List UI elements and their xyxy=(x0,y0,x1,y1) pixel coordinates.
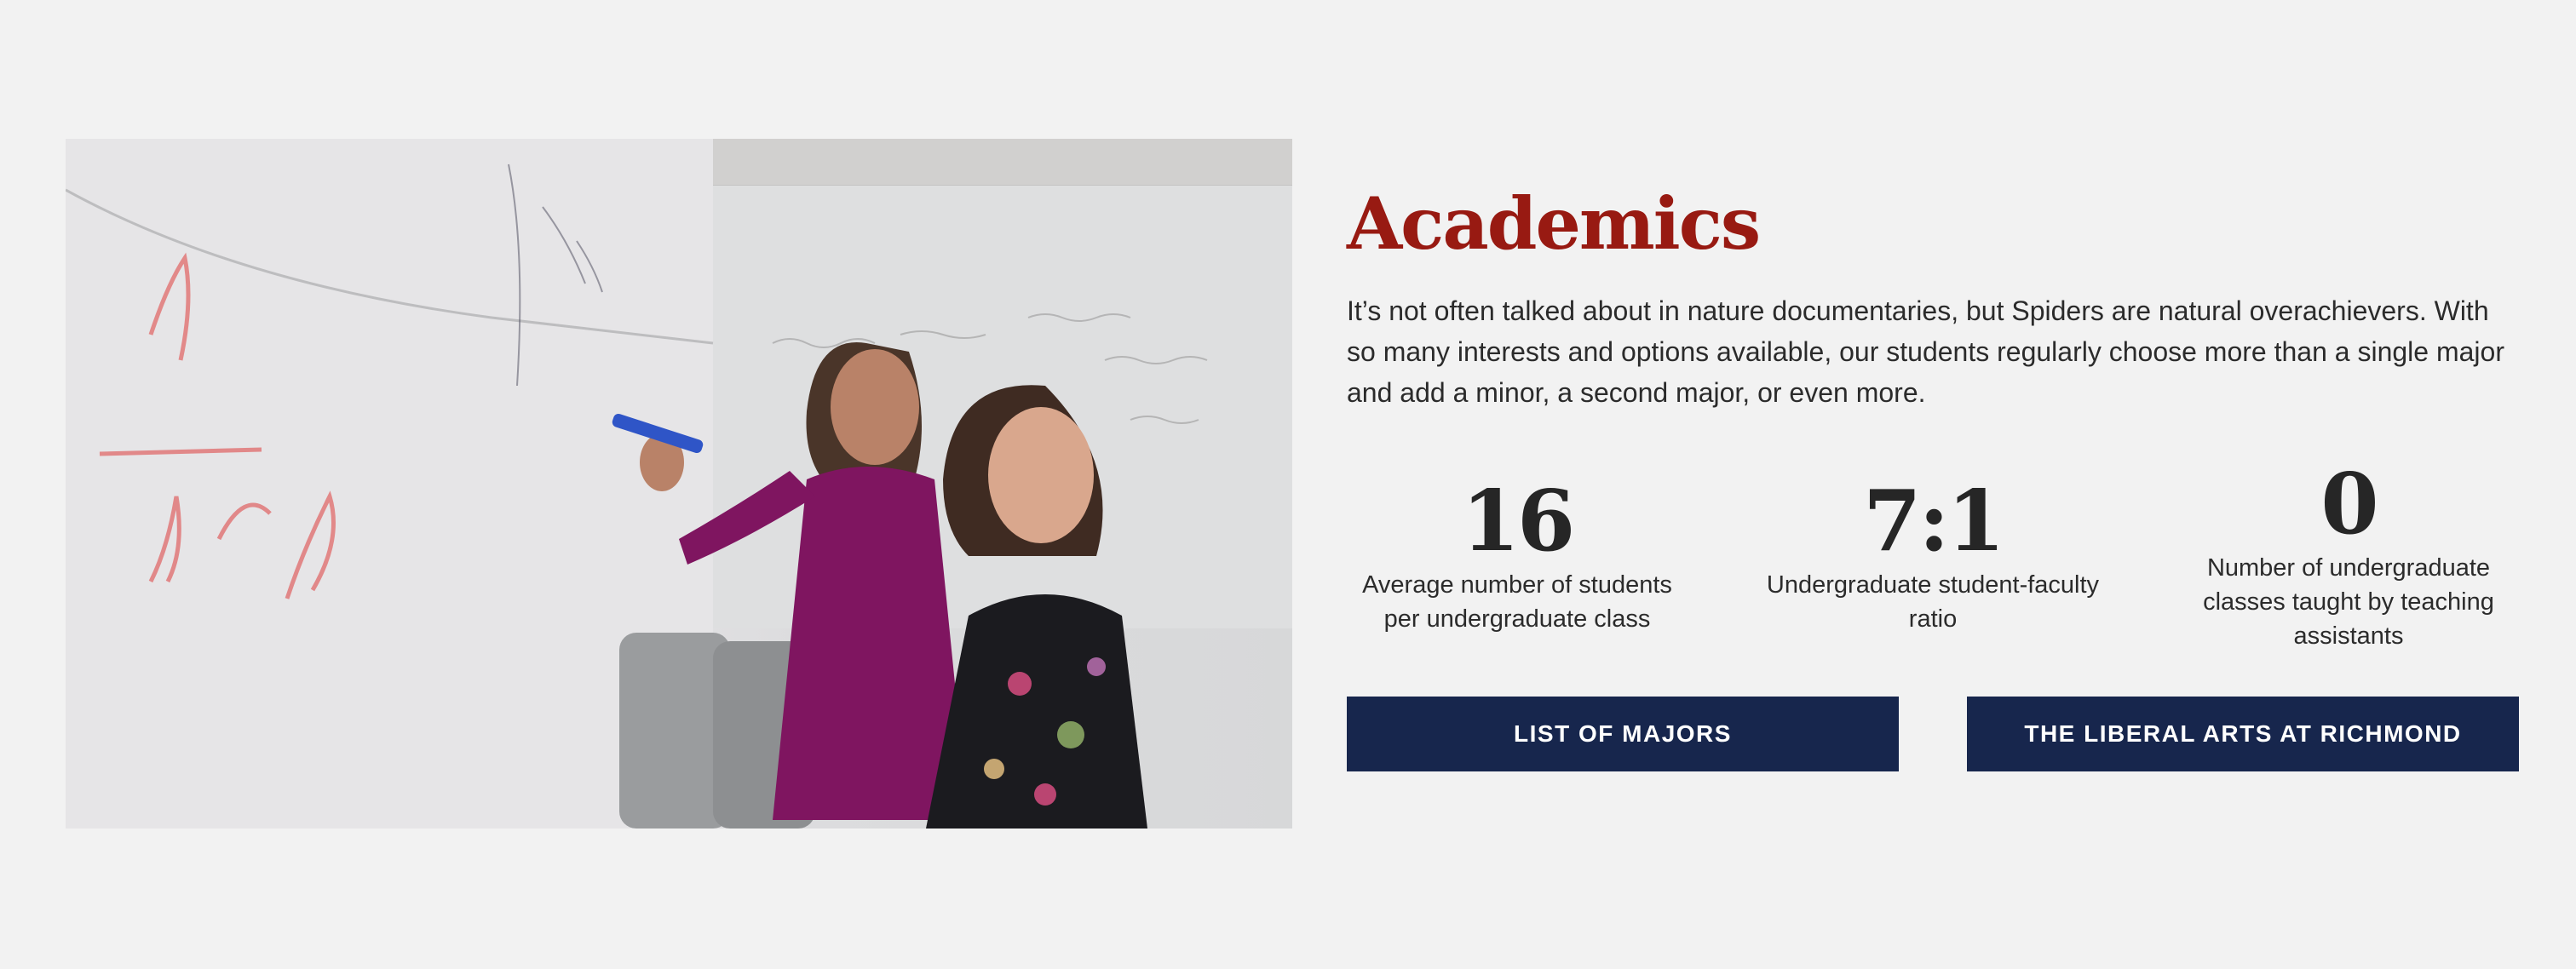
stat-value: 7:1 xyxy=(1863,473,2005,571)
stat-class-size: 16 Average number of students per underg… xyxy=(1347,479,1688,653)
hero-photo xyxy=(66,139,1292,829)
photo-illustration xyxy=(66,139,1292,829)
liberal-arts-button[interactable]: THE LIBERAL ARTS AT RICHMOND xyxy=(1967,697,2519,771)
stat-label: Undergraduate student-faculty ratio xyxy=(1766,571,2100,633)
stat-ratio: 7:1 Undergraduate student-faculty ratio xyxy=(1762,479,2103,653)
section-intro: It’s not often talked about in nature do… xyxy=(1347,295,2504,408)
section-title: Academics xyxy=(1347,181,1761,266)
stat-label: Number of undergraduate classes taught b… xyxy=(2203,554,2494,650)
list-of-majors-button[interactable]: LIST OF MAJORS xyxy=(1347,697,1899,771)
stat-teaching-assistants: 0 Number of undergraduate classes taught… xyxy=(2178,462,2519,653)
cta-buttons: LIST OF MAJORS THE LIBERAL ARTS AT RICHM… xyxy=(1347,697,2519,771)
stat-value: 16 xyxy=(1461,473,1575,571)
stats-row: 16 Average number of students per underg… xyxy=(1347,462,2519,653)
stat-value: 0 xyxy=(2320,456,2378,553)
academics-section: Academics It’s not often talked about in… xyxy=(1347,139,2519,771)
stat-label: Average number of students per undergrad… xyxy=(1362,571,1672,633)
